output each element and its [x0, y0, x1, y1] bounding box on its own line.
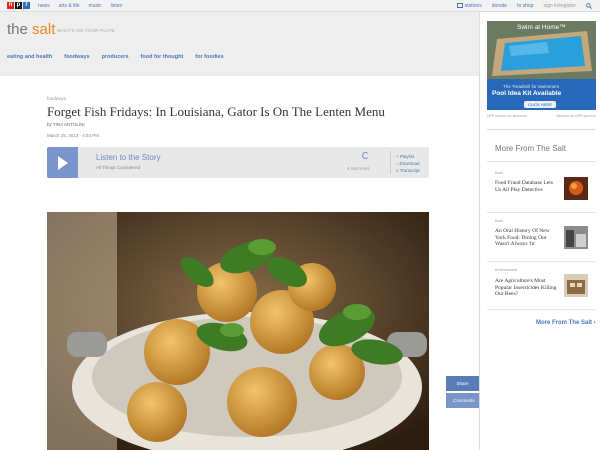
download-link[interactable]: ↓ Download — [396, 160, 420, 167]
play-button[interactable] — [47, 147, 78, 178]
top-nav: news arts & life music listen — [38, 3, 122, 9]
ad-title: Swim at Home™ — [517, 24, 566, 31]
npr-logo-r: r — [23, 2, 30, 9]
more-divider — [487, 212, 596, 213]
download-label: Download — [399, 161, 420, 166]
donate-link[interactable]: donate — [492, 3, 507, 9]
article-date: March 25, 2013 · 4:54 PM — [47, 133, 100, 138]
stations-label: stations — [464, 3, 482, 9]
nav-for-foodies[interactable]: for foodies — [195, 54, 223, 60]
audio-links: + Playlist ↓ Download ≡ Transcript — [396, 153, 420, 174]
transcript-link[interactable]: ≡ Transcript — [396, 167, 420, 174]
loading-icon — [362, 152, 369, 159]
article-photo[interactable] — [47, 212, 429, 450]
article-title: Forget Fish Fridays: In Louisiana, Gator… — [47, 104, 385, 119]
sponsor-thanks: NPR thanks our sponsors — [487, 114, 527, 118]
shop-link[interactable]: to shop — [517, 3, 533, 9]
story-thumbnail[interactable] — [564, 177, 588, 200]
the-salt-logo[interactable]: the salt — [7, 21, 55, 38]
transcript-label: Transcript — [399, 168, 420, 173]
logo-the-text: the — [7, 21, 33, 38]
more-divider — [487, 261, 596, 262]
npr-top-bar: n p r news arts & life music listen stat… — [0, 0, 600, 12]
ad-subtitle: The Treadmill for Swimmers — [503, 84, 560, 89]
story-title[interactable]: Are Agriculture's Most Popular Insectici… — [495, 278, 557, 298]
more-from-salt-link[interactable]: More From The Salt › — [536, 320, 596, 326]
comments-button[interactable]: Comments — [446, 393, 479, 408]
ad-footer: NPR thanks our sponsors Become an NPR sp… — [487, 114, 596, 118]
top-nav-listen[interactable]: listen — [111, 3, 123, 9]
program-name: All Things Considered — [96, 165, 140, 170]
nav-food-for-thought[interactable]: food for thought — [141, 54, 184, 60]
ad-headline: Pool Idea Kit Available — [492, 90, 562, 97]
story-thumbnail[interactable] — [564, 226, 588, 249]
more-divider — [487, 309, 596, 310]
top-nav-news[interactable]: news — [38, 3, 50, 9]
become-sponsor-link[interactable]: Become an NPR sponsor — [557, 114, 597, 118]
nav-foodways[interactable]: foodways — [64, 54, 89, 60]
story-kicker[interactable]: food — [495, 170, 503, 175]
nav-producers[interactable]: producers — [102, 54, 129, 60]
logo-salt-text: salt — [32, 21, 56, 38]
stations-link[interactable]: stations — [456, 3, 482, 9]
search-icon[interactable] — [586, 3, 592, 9]
story-kicker[interactable]: environment — [495, 267, 517, 272]
playlist-link[interactable]: + Playlist — [396, 153, 420, 160]
story-title[interactable]: An Oral History Of New York Food: Dining… — [495, 228, 557, 248]
blog-tagline: WHAT'S ON YOUR PLATE — [57, 28, 116, 33]
share-button[interactable]: Share — [446, 376, 479, 391]
sidebar-divider — [479, 12, 480, 450]
npr-logo-p: p — [15, 2, 22, 9]
more-divider — [487, 161, 596, 162]
playlist-label: Playlist — [399, 154, 415, 159]
article-byline[interactable]: by TINA ANTOLINI — [47, 122, 85, 127]
audio-duration: 4 min 9 sec — [347, 166, 371, 171]
section-nav: eating and health foodways producers foo… — [7, 54, 224, 60]
fried-gator-photo — [47, 212, 429, 450]
npr-logo[interactable]: n p r — [7, 2, 31, 9]
story-title[interactable]: Food Fraud Database Lets Us All Play Det… — [495, 180, 557, 193]
stations-icon — [456, 3, 463, 9]
salt-header — [0, 12, 479, 76]
audio-divider — [390, 151, 391, 174]
nav-eating-health[interactable]: eating and health — [7, 54, 52, 60]
top-right-nav: stations donate to shop sign in/register — [456, 3, 592, 9]
top-nav-music[interactable]: music — [89, 3, 102, 9]
story-thumbnail[interactable] — [564, 274, 588, 297]
listen-label[interactable]: Listen to the Story — [96, 153, 160, 162]
top-nav-arts-life[interactable]: arts & life — [59, 3, 80, 9]
npr-logo-n: n — [7, 2, 14, 9]
article-kicker[interactable]: foodways — [47, 96, 66, 101]
ad-click-button[interactable]: CLICK HERE — [524, 101, 556, 108]
more-from-salt-title: More From The Salt — [495, 144, 566, 153]
sign-in-link[interactable]: sign in/register — [543, 3, 576, 9]
audio-player: Listen to the Story All Things Considere… — [47, 147, 429, 178]
story-kicker[interactable]: food — [495, 218, 503, 223]
